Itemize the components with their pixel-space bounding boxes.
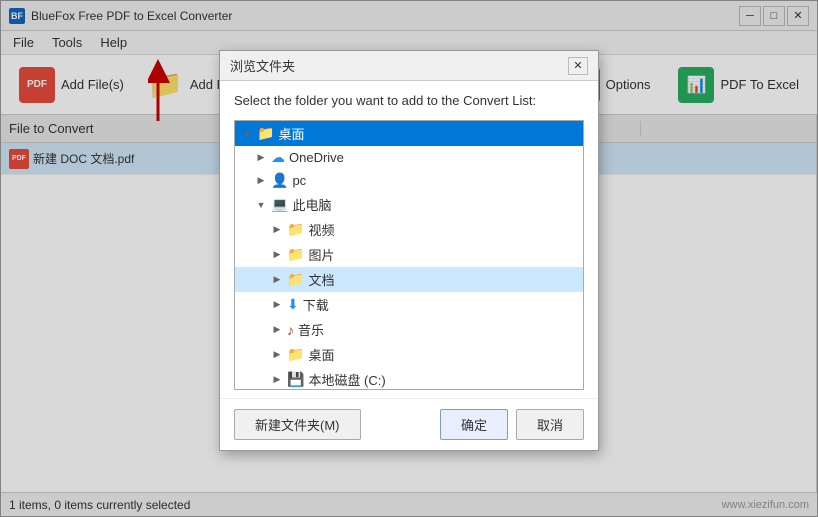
tree-label-desktop: 桌面 (278, 124, 304, 143)
cloud-icon-onedrive: ☁ (271, 149, 285, 166)
tree-item-mycomputer[interactable]: ▼ 💻 此电脑 (235, 192, 583, 217)
dialog-title: 浏览文件夹 (230, 56, 295, 75)
tree-item-downloads[interactable]: ▶ ⬇ 下载 (235, 292, 583, 317)
dialog-buttons: 新建文件夹(M) 确定 取消 (220, 398, 598, 450)
tree-label-desktop2: 桌面 (308, 345, 334, 364)
tree-item-pictures[interactable]: ▶ 📁 图片 (235, 242, 583, 267)
dialog-instruction: Select the folder you want to add to the… (220, 81, 598, 116)
tree-label-mycomputer: 此电脑 (292, 195, 331, 214)
expand-icon: ▼ (241, 128, 253, 140)
tree-label-pictures: 图片 (308, 245, 334, 264)
expand-icon-documents: ▶ (271, 274, 283, 286)
tree-label-drive-c: 本地磁盘 (C:) (308, 370, 385, 389)
tree-item-documents[interactable]: ▶ 📁 文档 (235, 267, 583, 292)
folder-tree[interactable]: ▼ 📁 桌面 ▶ ☁ OneDrive ▶ 👤 pc ▼ 💻 此电脑 (234, 120, 584, 390)
tree-label-onedrive: OneDrive (289, 150, 344, 165)
tree-item-drive-c[interactable]: ▶ 💾 本地磁盘 (C:) (235, 367, 583, 390)
download-icon: ⬇ (287, 296, 299, 313)
tree-item-desktop2[interactable]: ▶ 📁 桌面 (235, 342, 583, 367)
computer-icon: 💻 (271, 196, 288, 213)
music-icon: ♪ (287, 322, 294, 338)
folder-icon-desktop2: 📁 (287, 346, 304, 363)
expand-icon-pictures: ▶ (271, 249, 283, 261)
tree-item-pc[interactable]: ▶ 👤 pc (235, 169, 583, 192)
folder-icon-documents: 📁 (287, 271, 304, 288)
dialog-overlay: 浏览文件夹 ✕ Select the folder you want to ad… (0, 0, 818, 517)
tree-item-videos[interactable]: ▶ 📁 视频 (235, 217, 583, 242)
tree-label-pc: pc (292, 173, 306, 188)
expand-icon-downloads: ▶ (271, 299, 283, 311)
person-icon-pc: 👤 (271, 172, 288, 189)
tree-label-downloads: 下载 (303, 295, 329, 314)
tree-item-music[interactable]: ▶ ♪ 音乐 (235, 317, 583, 342)
folder-icon-videos: 📁 (287, 221, 304, 238)
cancel-button[interactable]: 取消 (516, 409, 584, 440)
tree-item-onedrive[interactable]: ▶ ☁ OneDrive (235, 146, 583, 169)
folder-icon-desktop: 📁 (257, 125, 274, 142)
expand-icon-pc: ▶ (255, 175, 267, 187)
drive-c-icon: 💾 (287, 371, 304, 388)
expand-icon-mycomputer: ▼ (255, 199, 267, 211)
browse-folder-dialog: 浏览文件夹 ✕ Select the folder you want to ad… (219, 50, 599, 451)
expand-icon-videos: ▶ (271, 224, 283, 236)
expand-icon-music: ▶ (271, 324, 283, 336)
dialog-title-bar: 浏览文件夹 ✕ (220, 51, 598, 81)
dialog-btn-group: 确定 取消 (440, 409, 584, 440)
expand-icon-desktop2: ▶ (271, 349, 283, 361)
tree-label-documents: 文档 (308, 270, 334, 289)
expand-icon-drive-c: ▶ (271, 374, 283, 386)
tree-item-desktop[interactable]: ▼ 📁 桌面 (235, 121, 583, 146)
ok-button[interactable]: 确定 (440, 409, 508, 440)
expand-icon-onedrive: ▶ (255, 152, 267, 164)
tree-label-music: 音乐 (298, 320, 324, 339)
new-folder-button[interactable]: 新建文件夹(M) (234, 409, 361, 440)
folder-icon-pictures: 📁 (287, 246, 304, 263)
tree-label-videos: 视频 (308, 220, 334, 239)
dialog-close-button[interactable]: ✕ (568, 57, 588, 75)
